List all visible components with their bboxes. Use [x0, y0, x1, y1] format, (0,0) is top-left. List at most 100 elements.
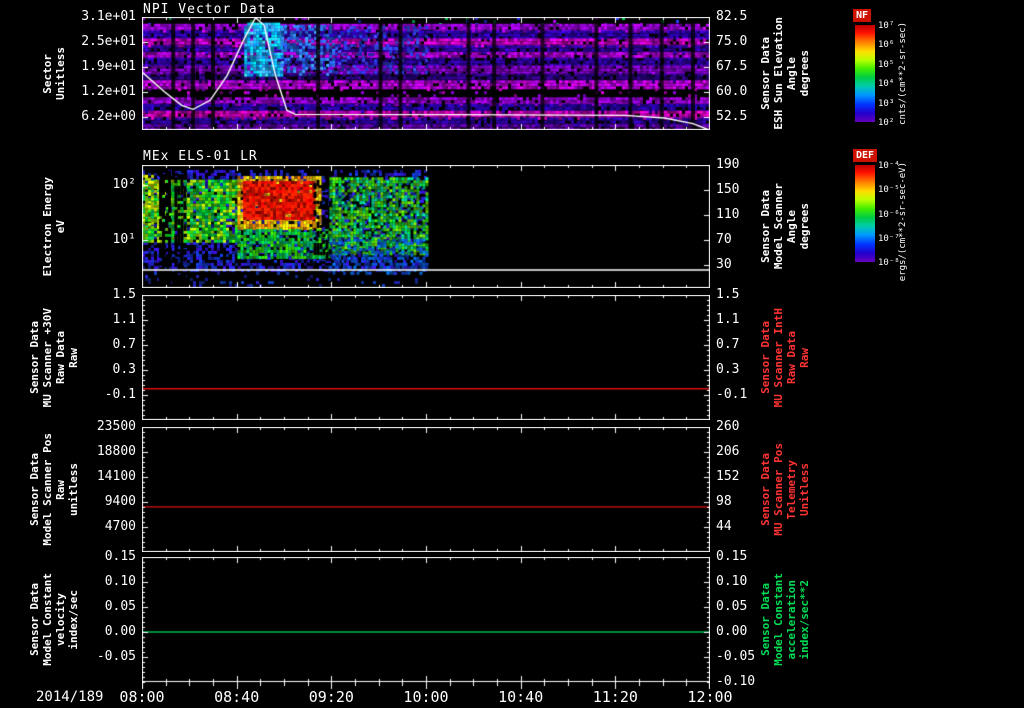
panel2-right-axis-label-line: Sensor Data [759, 190, 772, 263]
scanner-pos-line-plot [142, 427, 710, 552]
panel1-right-tick: 60.0 [716, 84, 748, 99]
panel1-left-tick: 1.2e+01 [81, 84, 136, 99]
x-axis-tick: 08:00 [119, 688, 165, 706]
panel4-left-tick: 4700 [104, 519, 136, 534]
def-colorbar-units: ergs/(cm**2-sr-sec-eV) [898, 162, 908, 282]
nf-colorbar-tick: 10⁴ [878, 79, 895, 90]
panel5-left-axis-label-line: Model Constant [41, 573, 54, 666]
panel4-left-axis-label: Sensor Data Model Scanner Pos Raw unitless [26, 427, 82, 552]
panel5-right-tick: 0.15 [716, 549, 748, 564]
panel5-right-axis-label-line: Model Constant [772, 573, 785, 666]
panel3-left-axis-label-line: Raw [67, 347, 80, 368]
panel5-left-axis-label-line: Sensor Data [28, 583, 41, 656]
panel5-right-tick: 0.05 [716, 599, 748, 614]
panel5-left-tick: 0.00 [104, 624, 136, 639]
panel3-left-tick: -0.1 [104, 387, 136, 402]
panel4-left-axis-label-line: Model Scanner Pos [41, 433, 54, 546]
panel4-left-tick: 18800 [96, 444, 136, 459]
panel2-right-axis-label-line: Angle [785, 209, 798, 244]
panel4-right-tick: 98 [716, 494, 732, 509]
panel5-right-tick: -0.10 [716, 674, 756, 689]
panel1-right-tick: 82.5 [716, 9, 748, 24]
panel1-right-axis-label-line: Sensor Data [759, 37, 772, 110]
panel5-left-axis-label: Sensor Data Model Constant velocity index/s… [26, 557, 82, 682]
panel2-left-tick: 10¹ [112, 232, 136, 247]
panel1-right-axis-label-line: Angle [785, 56, 798, 91]
panel5-left-tick: 0.10 [104, 574, 136, 589]
panel5-left-tick: 0.15 [104, 549, 136, 564]
def-colorbar-tick: 10⁻⁶ [878, 209, 900, 220]
panel4-left-axis-label-line: Sensor Data [28, 453, 41, 526]
panel4-right-tick: 44 [716, 519, 732, 534]
panel3-right-tick: -0.1 [716, 387, 748, 402]
panel2-title: MEx ELS-01 LR [143, 149, 258, 164]
date-label: 2014/189 [36, 689, 104, 705]
panel3-left-axis-label-line: Sensor Data [28, 321, 41, 394]
panel5-left-axis-label-line: index/sec [67, 589, 80, 650]
panel1-left-tick: 6.2e+00 [81, 109, 136, 124]
panel2-left-axis-label: Electron Energy eV [26, 165, 82, 288]
panel4-right-tick: 206 [716, 444, 740, 459]
npi-spectrogram-plot [142, 17, 710, 130]
panel1-right-tick: 67.5 [716, 59, 748, 74]
panel3-right-axis-label: Sensor Data MU Scanner IntH Raw Data Raw [754, 295, 816, 420]
panel4-left-tick: 9400 [104, 494, 136, 509]
def-colorbar-tick: 10⁻⁵ [878, 185, 900, 196]
panel4-right-axis-label-line: Unitless [798, 463, 811, 516]
panel3-right-tick: 1.5 [716, 287, 740, 302]
panel4-left-tick: 23500 [96, 419, 136, 434]
panel3-left-tick: 0.7 [112, 337, 136, 352]
panel2-right-tick: 150 [716, 182, 740, 197]
panel5-left-tick: 0.05 [104, 599, 136, 614]
x-axis-tick: 11:20 [592, 688, 638, 706]
mu-scanner-line-plot [142, 295, 710, 420]
panel2-right-tick: 30 [716, 257, 732, 272]
panel1-left-tick: 2.5e+01 [81, 34, 136, 49]
nf-colorbar-tick: 10⁶ [878, 40, 895, 51]
panel1-left-axis-label-line: Sector [41, 53, 54, 94]
panel3-left-axis-label-line: MU Scanner +30V [41, 307, 54, 408]
panel3-left-tick: 0.3 [112, 362, 136, 377]
panel3-left-axis-label-line: Raw Data [54, 331, 67, 384]
panel5-right-tick: 0.10 [716, 574, 748, 589]
panel3-right-axis-label-line: Sensor Data [759, 321, 772, 394]
panel1-right-tick: 75.0 [716, 34, 748, 49]
x-axis-tick: 08:40 [214, 688, 260, 706]
nf-colorbar-tick: 10⁷ [878, 21, 895, 31]
panel2-left-tick: 10² [112, 177, 136, 192]
nf-colorbar-chip: NF [853, 9, 872, 22]
panel1-right-tick: 52.5 [716, 109, 748, 124]
panel1-left-axis-label: Sector Unitless [26, 17, 82, 130]
def-colorbar-tick: 10⁻⁷ [878, 233, 900, 244]
panel4-right-tick: 260 [716, 419, 740, 434]
nf-colorbar-tick: 10³ [878, 98, 895, 109]
panel3-right-tick: 0.3 [716, 362, 740, 377]
panel1-left-tick: 1.9e+01 [81, 59, 136, 74]
panel1-left-axis-label-line: Unitless [54, 47, 67, 100]
panel4-left-axis-label-line: unitless [67, 463, 80, 516]
panel3-right-tick: 1.1 [716, 312, 740, 327]
panel5-right-axis-label-line: index/sec**2 [798, 579, 811, 660]
nf-colorbar [855, 25, 875, 122]
def-colorbar-chip: DEF [853, 149, 878, 162]
nf-colorbar-tick: 10² [878, 118, 895, 128]
panel3-right-tick: 0.7 [716, 337, 740, 352]
nf-colorbar-tick: 10⁵ [878, 59, 895, 70]
def-colorbar-tick: 10⁻⁸ [878, 258, 900, 268]
panel3-left-axis-label: Sensor Data MU Scanner +30V Raw Data Raw [26, 295, 82, 420]
model-constant-line-plot [142, 557, 710, 690]
spacecraft-data-plot-screen: NPI Vector Data MEx ELS-01 LR 3.1e+01 2.5… [0, 0, 1024, 708]
panel5-right-tick: 0.00 [716, 624, 748, 639]
x-axis-tick: 10:00 [403, 688, 449, 706]
panel4-right-axis-label-line: MU Scanner Pos [772, 443, 785, 536]
panel4-right-axis-label: Sensor Data MU Scanner Pos Telemetry Unitle… [754, 427, 816, 552]
panel5-left-tick: -0.05 [96, 649, 136, 664]
panel3-right-axis-label-line: Raw Data [785, 331, 798, 384]
def-colorbar-tick: 10⁻⁴ [878, 161, 900, 171]
panel1-right-axis-label-line: ESH Sun Elevation [772, 17, 785, 130]
panel1-title: NPI Vector Data [143, 2, 276, 17]
panel5-right-axis-label-line: acceleration [785, 579, 798, 660]
panel5-left-axis-label-line: velocity [54, 593, 67, 646]
panel4-left-axis-label-line: Raw [54, 479, 67, 500]
panel4-right-axis-label-line: Telemetry [785, 459, 798, 520]
